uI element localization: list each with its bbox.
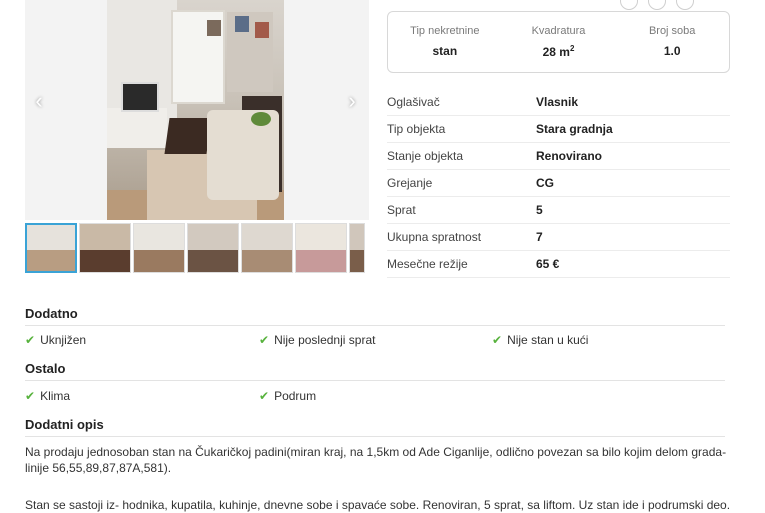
stat-value: 1.0 bbox=[663, 44, 681, 58]
stat-property-type: Tip nekretnine stan bbox=[388, 12, 502, 72]
check-icon: ✔ bbox=[259, 389, 270, 403]
detail-label: Tip objekta bbox=[387, 122, 446, 136]
section-title-ostalo: Ostalo bbox=[25, 361, 66, 376]
detail-value: CG bbox=[536, 176, 554, 190]
detail-value: 5 bbox=[536, 203, 543, 217]
feature-item: ✔ Podrum bbox=[259, 389, 317, 403]
chevron-right-icon[interactable]: › bbox=[342, 88, 362, 114]
description-paragraph: Stan se sastoji iz- hodnika, kupatila, k… bbox=[25, 498, 731, 512]
detail-label: Sprat bbox=[387, 203, 416, 217]
apartment-photo bbox=[107, 0, 284, 220]
section-title-opis: Dodatni opis bbox=[25, 417, 104, 432]
property-stats: Tip nekretnine stan Kvadratura 28 m2 Bro… bbox=[387, 11, 730, 73]
stat-value: 28 m2 bbox=[542, 44, 575, 59]
feature-item: ✔ Nije stan u kući bbox=[492, 333, 589, 347]
detail-value: Stara gradnja bbox=[536, 122, 613, 136]
favorite-icon[interactable] bbox=[648, 0, 666, 10]
action-icons bbox=[620, 0, 694, 10]
section-title-dodatno: Dodatno bbox=[25, 306, 78, 321]
stat-area: Kvadratura 28 m2 bbox=[502, 12, 616, 72]
stat-label: Broj soba bbox=[648, 25, 696, 37]
detail-row: Ukupna spratnost 7 bbox=[387, 224, 730, 251]
detail-value: Renovirano bbox=[536, 149, 603, 163]
detail-row: Mesečne režije 65 € bbox=[387, 251, 730, 278]
thumbnail[interactable] bbox=[25, 223, 77, 273]
details-table: Oglašivač Vlasnik Tip objekta Stara gradnj… bbox=[387, 89, 730, 278]
thumbnail[interactable] bbox=[295, 223, 347, 273]
check-icon: ✔ bbox=[25, 333, 36, 347]
detail-label: Ukupna spratnost bbox=[387, 230, 482, 244]
check-icon: ✔ bbox=[25, 389, 36, 403]
detail-label: Oglašivač bbox=[387, 95, 440, 109]
section-divider bbox=[25, 436, 725, 437]
detail-row: Tip objekta Stara gradnja bbox=[387, 116, 730, 143]
thumbnail[interactable] bbox=[133, 223, 185, 273]
thumbnail[interactable] bbox=[187, 223, 239, 273]
feature-item: ✔ Uknjižen bbox=[25, 333, 87, 347]
check-icon: ✔ bbox=[259, 333, 270, 347]
detail-row: Oglašivač Vlasnik bbox=[387, 89, 730, 116]
detail-label: Grejanje bbox=[387, 176, 433, 190]
stat-label: Kvadratura bbox=[531, 25, 586, 37]
stat-rooms: Broj soba 1.0 bbox=[615, 12, 729, 72]
stat-value: stan bbox=[432, 44, 458, 58]
chevron-left-icon[interactable]: ‹ bbox=[29, 88, 49, 114]
section-divider bbox=[25, 380, 725, 381]
thumbnail[interactable] bbox=[79, 223, 131, 273]
feature-item: ✔ Klima bbox=[25, 389, 71, 403]
detail-label: Stanje objekta bbox=[387, 149, 464, 163]
print-icon[interactable] bbox=[676, 0, 694, 10]
feature-item: ✔ Nije poslednji sprat bbox=[259, 333, 376, 347]
detail-row: Sprat 5 bbox=[387, 197, 730, 224]
thumbnail[interactable] bbox=[241, 223, 293, 273]
stat-label: Tip nekretnine bbox=[410, 25, 480, 37]
thumbnail[interactable] bbox=[349, 223, 365, 273]
detail-value: 65 € bbox=[536, 257, 560, 271]
check-icon: ✔ bbox=[492, 333, 503, 347]
detail-row: Grejanje CG bbox=[387, 170, 730, 197]
photo-gallery: ‹ › bbox=[25, 0, 369, 276]
description-paragraph: Na prodaju jednosoban stan na Čukaričkoj… bbox=[25, 445, 727, 475]
detail-value: Vlasnik bbox=[536, 95, 579, 109]
share-icon[interactable] bbox=[620, 0, 638, 10]
thumbnail-strip bbox=[25, 223, 369, 275]
section-divider bbox=[25, 325, 725, 326]
detail-label: Mesečne režije bbox=[387, 257, 468, 271]
detail-value: 7 bbox=[536, 230, 543, 244]
detail-row: Stanje objekta Renovirano bbox=[387, 143, 730, 170]
main-photo[interactable]: ‹ › bbox=[25, 0, 369, 220]
